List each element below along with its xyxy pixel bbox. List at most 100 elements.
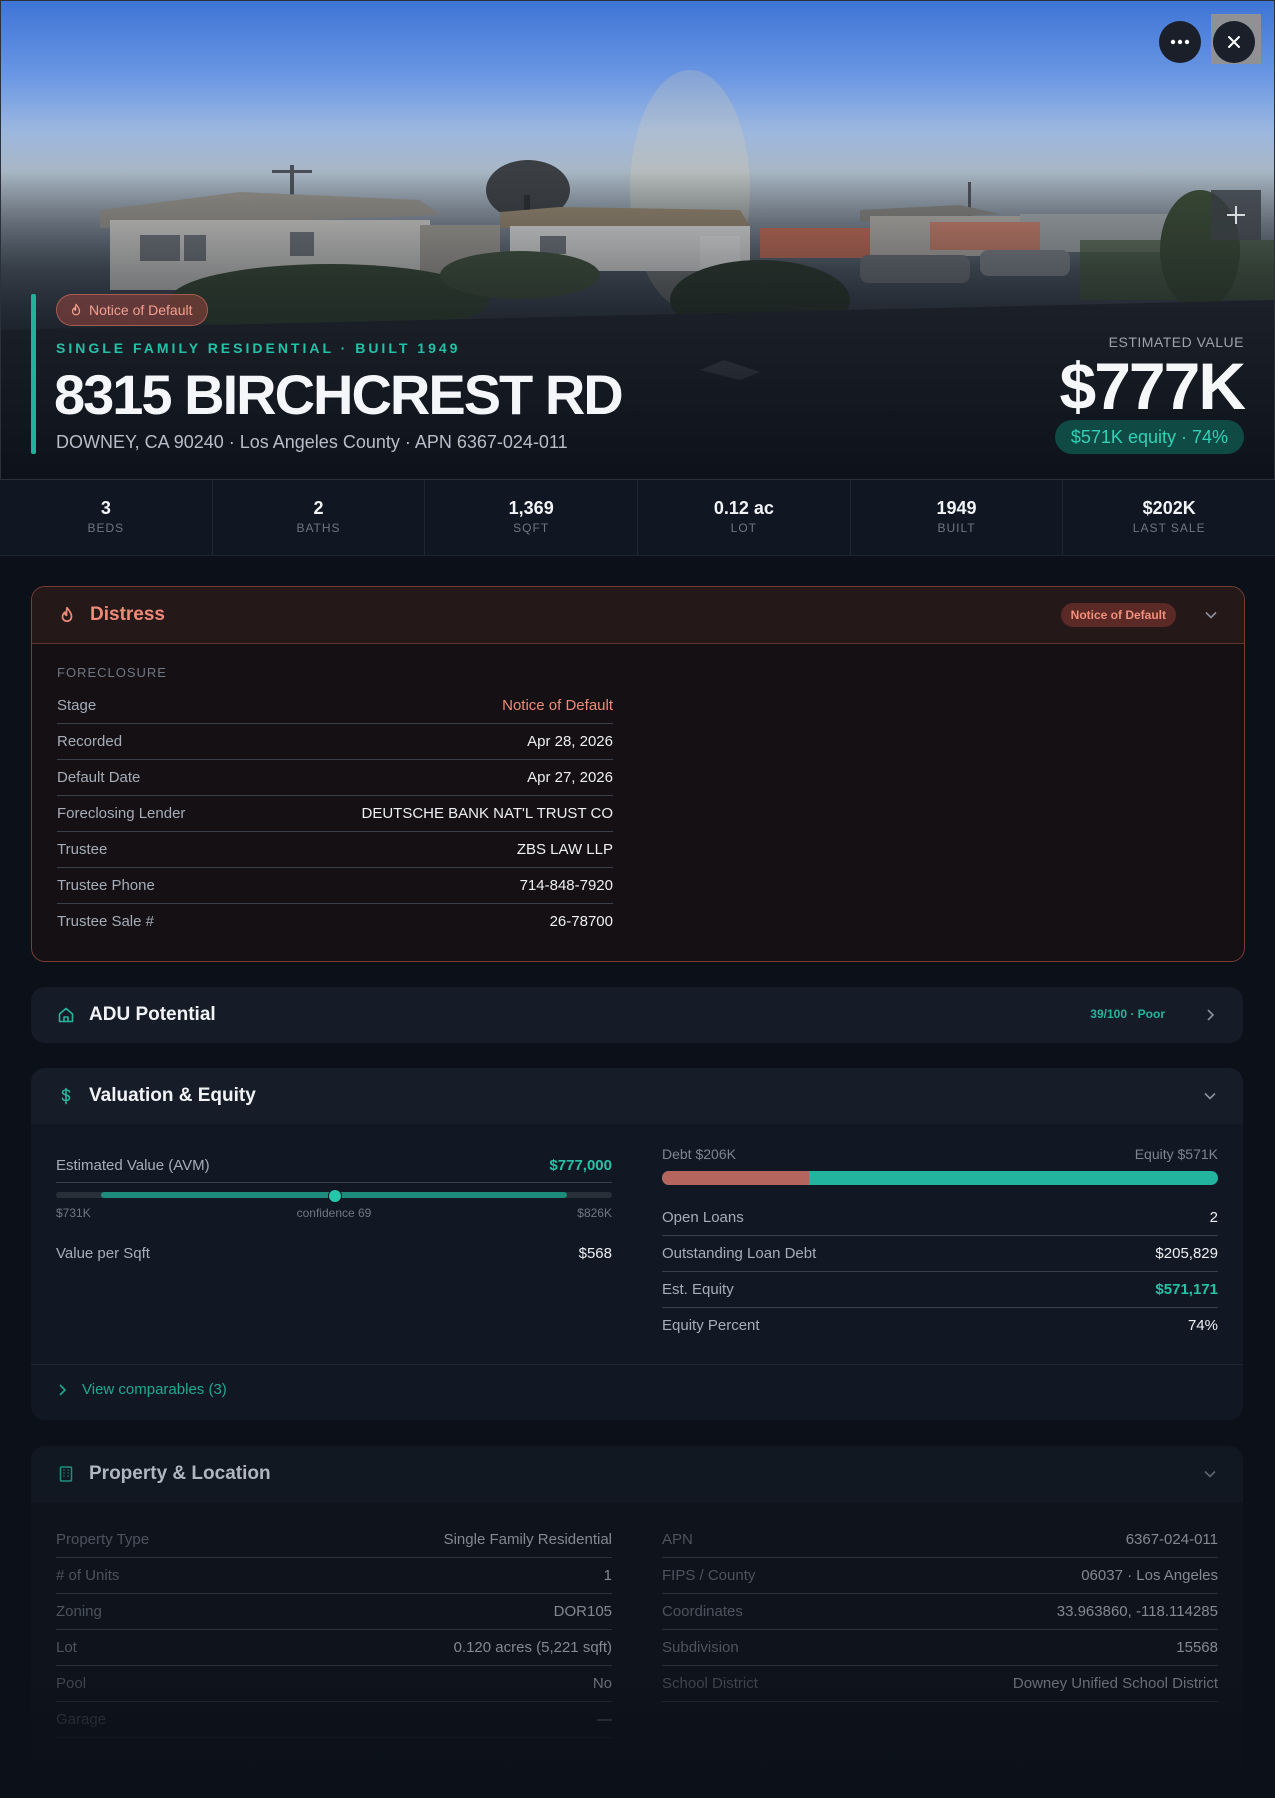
kv-key: Subdivision [662,1639,739,1656]
property-details-left: Property Type Single Family Residential #… [56,1522,612,1738]
kv-value: No [592,1675,612,1692]
avm-label: Estimated Value (AVM) [56,1156,210,1174]
kv-key: # of Units [56,1567,120,1584]
kv-key: Trustee Sale # [57,913,154,930]
property-card-header[interactable]: Property & Location [31,1446,1243,1502]
flame-icon [61,606,73,623]
adu-card-header[interactable]: ADU Potential 39/100 · Poor [31,987,1243,1043]
kv-value: 0.120 acres (5,221 sqft) [453,1639,612,1656]
more-horizontal-icon [1170,39,1190,45]
kv-value: $571,171 [1155,1281,1218,1298]
plus-icon [1227,206,1245,224]
kv-key: Foreclosing Lender [57,805,186,822]
stat-value: 1949 [936,498,977,518]
kv-default-date: Default Date Apr 27, 2026 [57,760,613,796]
view-comparables-link[interactable]: View comparables (3) [58,1381,227,1398]
kv-equity-percent: Equity Percent 74% [662,1308,1218,1343]
kv-key: Recorded [57,733,123,750]
chevron-down-icon[interactable] [1203,1467,1217,1481]
value-per-sqft-row: Value per Sqft $568 [56,1236,612,1270]
avm-range-labels: $731K confidence 69 $826K [56,1206,612,1220]
kv-recorded: Recorded Apr 28, 2026 [57,724,613,760]
kv-value: DEUTSCHE BANK NAT'L TRUST CO [361,805,613,822]
kv-value: Downey Unified School District [1012,1675,1218,1692]
close-button[interactable] [1213,21,1255,63]
kv-key: Garage [56,1711,107,1728]
adu-potential-card[interactable]: ADU Potential 39/100 · Poor [31,987,1243,1043]
equity-pill: $571K equity · 74% [1054,420,1244,454]
kv-key: FIPS / County [662,1567,756,1584]
kv-key: Zoning [56,1603,102,1620]
vps-label: Value per Sqft [56,1244,150,1262]
kv-foreclosing-lender: Foreclosing Lender DEUTSCHE BANK NAT'L TR… [57,796,613,832]
property-title: Property & Location [89,1463,271,1484]
chevron-down-icon[interactable] [1204,608,1218,622]
kv-value: 2 [1209,1209,1218,1226]
kv-est-equity: Est. Equity $571,171 [662,1272,1218,1308]
stat-value: 0.12 ac [713,498,774,518]
kv-value: ZBS LAW LLP [516,841,613,858]
stat-value: $202K [1142,498,1196,518]
chevron-down-icon[interactable] [1203,1089,1217,1103]
kv-school-district: School District Downey Unified School Dis… [662,1666,1218,1702]
vps-value: $568 [578,1244,612,1262]
foreclosure-section-label: FORECLOSURE [57,665,167,680]
stat-baths: 2 BATHS [213,480,426,555]
kv-value: $205,829 [1155,1245,1218,1262]
kv-key: Default Date [57,769,141,786]
hero-accent-bar [31,294,36,454]
kv-key: APN [662,1531,693,1548]
property-type-eyebrow: SINGLE FAMILY RESIDENTIAL · BUILT 1949 [56,340,461,356]
kv-key: Coordinates [662,1603,743,1620]
stat-label: BUILT [937,521,976,535]
stat-label: BEDS [87,521,125,535]
adu-score: 39/100 · Poor [1090,1007,1165,1021]
stat-sqft: 1,369 SQFT [425,480,639,555]
kv-property-type: Property Type Single Family Residential [56,1522,612,1558]
debt-label: Debt $206K [662,1146,736,1162]
kv-trustee-phone: Trustee Phone 714-848-7920 [57,868,613,904]
kv-key: Est. Equity [662,1281,734,1298]
kv-key: Trustee [57,841,108,858]
kv-value: Apr 28, 2026 [527,733,613,750]
kv-value: 1 [603,1567,612,1584]
kv-value: 6367-024-011 [1125,1531,1218,1548]
avm-row: Estimated Value (AVM) $777,000 [56,1148,612,1183]
kv-key: Pool [56,1675,87,1692]
distress-status-tag: Notice of Default [1060,603,1176,627]
kv-value: Notice of Default [502,697,613,714]
stat-value: 1,369 [508,498,554,518]
kv-trustee: Trustee ZBS LAW LLP [57,832,613,868]
chevron-right-icon[interactable] [1203,1008,1217,1022]
flame-icon [71,303,81,316]
kv-value: 06037 · Los Angeles [1081,1567,1218,1584]
kv-trustee-sale-number: Trustee Sale # 26-78700 [57,904,613,939]
valuation-title: Valuation & Equity [89,1085,256,1106]
kv-coordinates: Coordinates 33.963860, -118.114285 [662,1594,1218,1630]
property-subaddress: DOWNEY, CA 90240 · Los Angeles County · … [56,432,568,452]
range-high: $826K [577,1206,612,1220]
avm-confidence-range [56,1189,612,1203]
avm-range-marker [328,1189,342,1203]
kv-pool: Pool No [56,1666,612,1702]
debt-equity-labels: Debt $206K Equity $571K [662,1146,1218,1162]
property-stats-bar: 3 BEDS 2 BATHS 1,369 SQFT 0.12 ac LOT 1949 BU… [0,480,1275,556]
kv-key: Stage [57,697,97,714]
distress-card-header[interactable]: Distress Notice of Default [32,587,1244,644]
kv-value: Single Family Residential [443,1531,612,1548]
kv-value[interactable]: 714-848-7920 [520,877,613,894]
more-options-button[interactable] [1159,21,1201,63]
debt-equity-bar [662,1171,1218,1185]
kv-units: # of Units 1 [56,1558,612,1594]
kv-key: Equity Percent [662,1317,760,1334]
range-low: $731K [56,1206,91,1220]
kv-value: 15568 [1176,1639,1218,1656]
building-icon [59,1466,73,1482]
range-confidence: confidence 69 [296,1206,372,1220]
zoom-in-button[interactable] [1211,190,1261,240]
kv-value: 74% [1187,1317,1218,1334]
badge-label: Notice of Default [89,302,193,318]
kv-value: 26-78700 [549,913,613,930]
stat-label: BATHS [296,521,341,535]
valuation-card-header[interactable]: Valuation & Equity [31,1068,1243,1124]
